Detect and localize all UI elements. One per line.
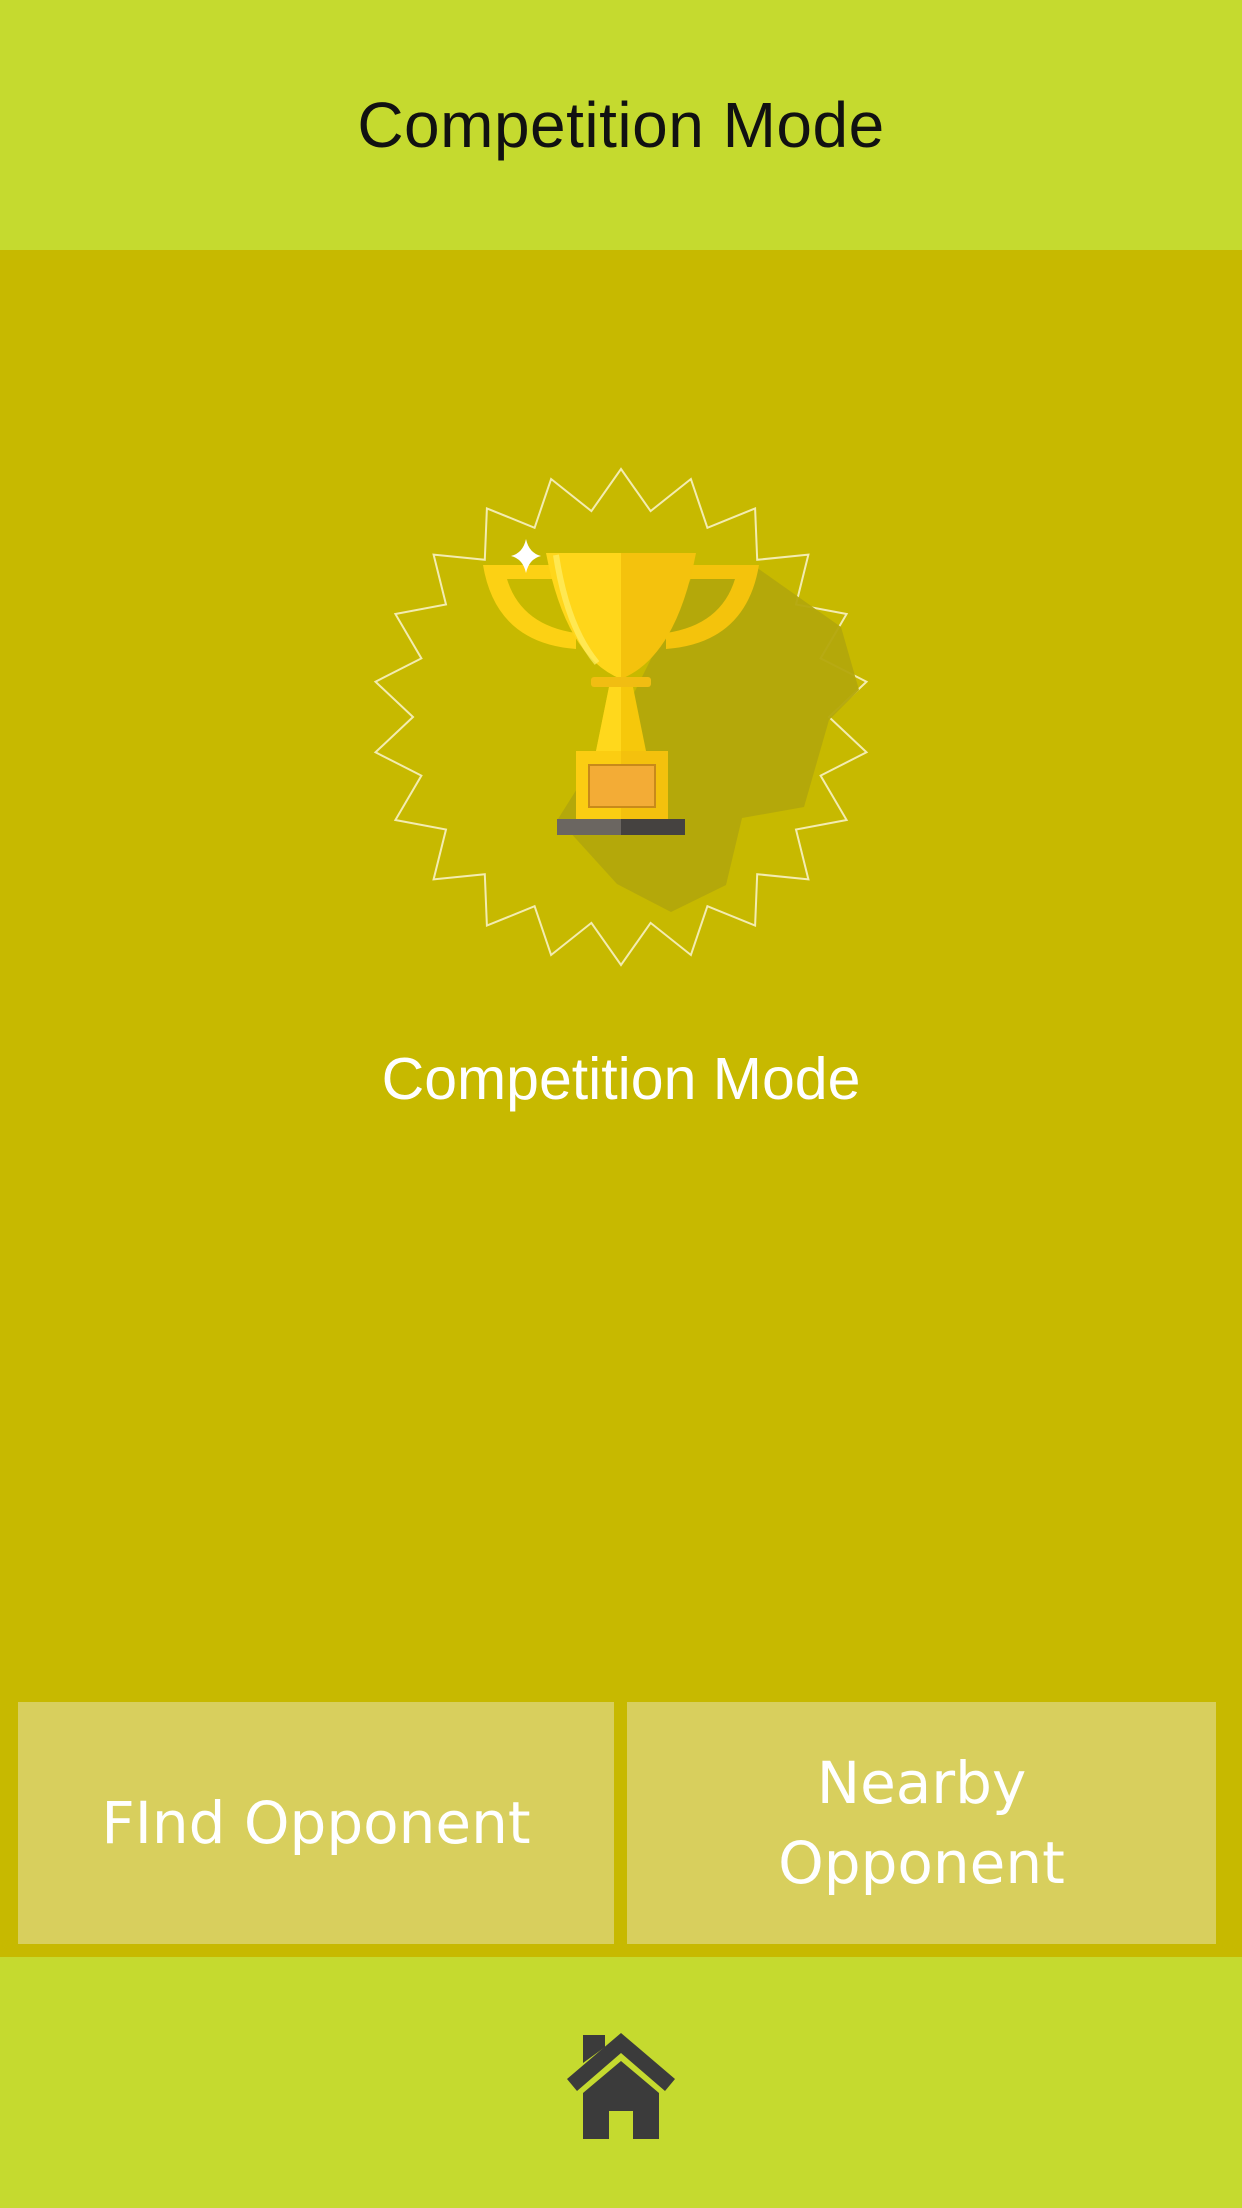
find-opponent-button[interactable]: FInd Opponent (18, 1702, 614, 1944)
main-content: Competition Mode FInd Opponent Nearby Op… (0, 250, 1242, 1957)
page-title: Competition Mode (357, 89, 885, 161)
mode-label: Competition Mode (381, 1046, 861, 1112)
home-icon (567, 2033, 675, 2139)
find-opponent-label: FInd Opponent (101, 1789, 531, 1857)
bottom-bar (0, 1957, 1242, 2208)
nearby-opponent-button[interactable]: Nearby Opponent (627, 1702, 1216, 1944)
trophy-badge (371, 467, 871, 967)
home-button[interactable] (565, 2031, 677, 2141)
top-bar: Competition Mode (0, 0, 1242, 250)
trophy-icon (373, 467, 869, 967)
nearby-opponent-label: Nearby Opponent (778, 1749, 1065, 1897)
